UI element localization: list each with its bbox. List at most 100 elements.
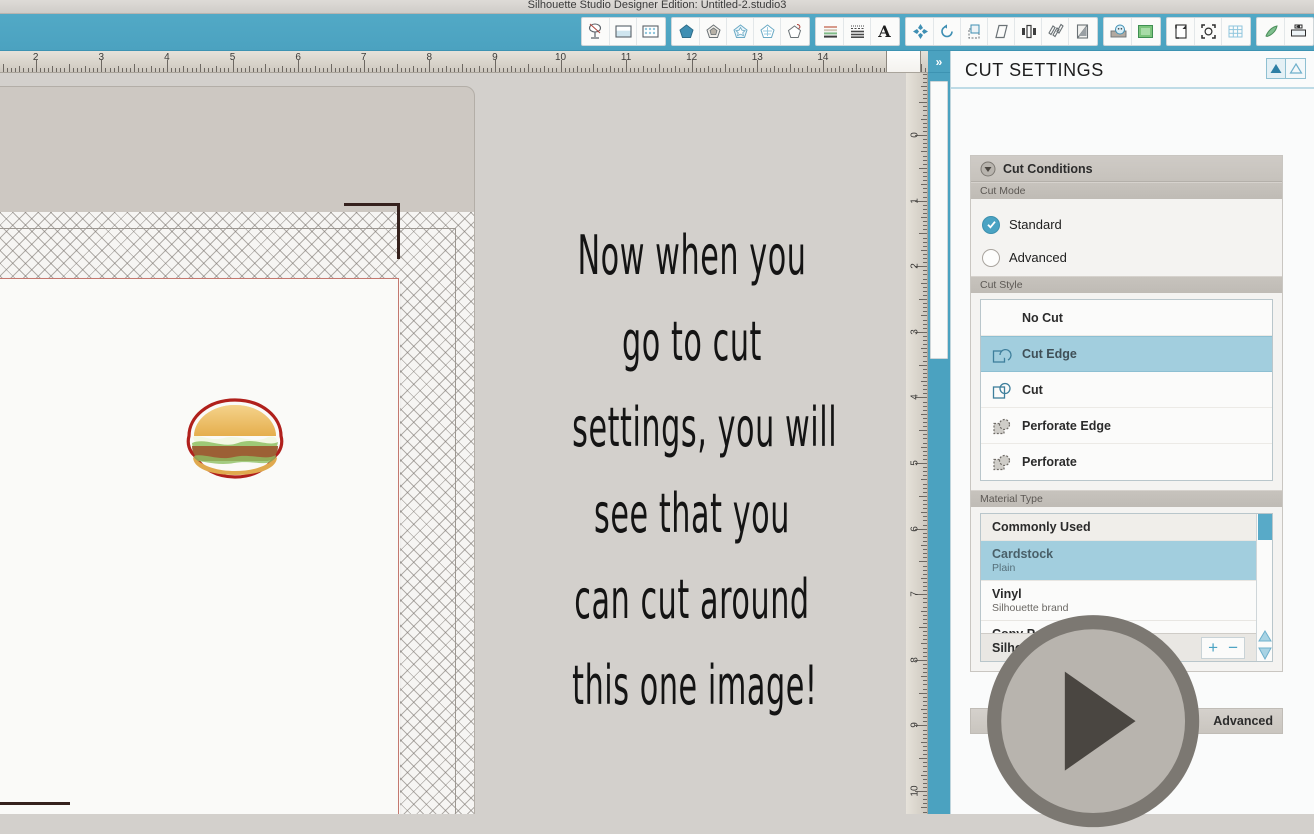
ruler-tick: [923, 319, 927, 321]
material-type-label: Material Type: [980, 493, 1043, 505]
line-style-icon[interactable]: [817, 18, 844, 45]
text-style-icon[interactable]: A: [871, 18, 898, 45]
ruler-tick: [923, 225, 927, 227]
ruler-label: 0: [909, 132, 921, 138]
ruler-tick: [417, 68, 418, 72]
ruler-tick: [191, 68, 193, 72]
ruler-tick: [923, 196, 927, 198]
ruler-tick: [921, 807, 927, 809]
cut-style-label: Cut Style: [980, 279, 1023, 291]
grid-icon[interactable]: [1222, 18, 1249, 45]
cut-style-item-cut-edge[interactable]: Cut Edge: [981, 336, 1272, 372]
shape-line-icon[interactable]: [781, 18, 808, 45]
sketch-lines-icon[interactable]: [844, 18, 871, 45]
ruler-tick: [923, 376, 927, 378]
registration-marks-icon[interactable]: [1195, 18, 1222, 45]
ruler-tick: [923, 700, 927, 702]
canvas-text-line: go to cut: [622, 310, 762, 373]
cut-style-no-cut-label: No Cut: [1022, 310, 1063, 325]
store-icon[interactable]: [1132, 18, 1159, 45]
ruler-label: 7: [909, 591, 921, 597]
ruler-tick: [576, 66, 578, 72]
expand-right-icon[interactable]: [980, 608, 1206, 834]
send-to-silhouette-icon[interactable]: [1285, 18, 1312, 45]
canvas-text-block[interactable]: Now when you go to cut settings, you will s…: [572, 213, 836, 729]
cut-mode-option-standard[interactable]: Standard: [982, 208, 1271, 241]
ruler-tick: [798, 68, 800, 72]
page-setup-icon[interactable]: [1168, 18, 1195, 45]
ruler-tick: [923, 434, 927, 436]
cut-style-listbox[interactable]: No Cut Cut Edge Cut Perforate Edge Perfo…: [980, 299, 1273, 481]
cut-style-item-no-cut[interactable]: No Cut: [981, 300, 1272, 336]
ruler-tick: [923, 762, 927, 764]
ruler-tick: [7, 68, 8, 72]
ruler-tick: [810, 68, 812, 72]
material-scroll-arrows-icon[interactable]: [1258, 630, 1272, 660]
ruler-label: 9: [492, 52, 498, 63]
ruler-tick: [923, 647, 927, 649]
remove-material-button[interactable]: −: [1228, 639, 1238, 656]
ruler-tick: [777, 68, 779, 72]
ruler-tick: [923, 602, 927, 604]
ruler-tick: [80, 68, 82, 72]
radio-advanced-icon[interactable]: [982, 248, 1000, 267]
library-icon[interactable]: [1105, 18, 1132, 45]
vertical-scrollbar-thumb[interactable]: [930, 81, 948, 359]
ruler-tick: [839, 66, 841, 72]
material-item-cardstock[interactable]: Cardstock Plain: [981, 541, 1256, 581]
send-filled-icon[interactable]: [1267, 59, 1286, 78]
shape-solid-icon[interactable]: [673, 18, 700, 45]
ruler-tick: [923, 487, 927, 489]
send-outline-icon[interactable]: [1286, 59, 1305, 78]
ruler-tick: [716, 68, 718, 72]
cut-style-item-perforate-edge[interactable]: Perforate Edge: [981, 408, 1272, 444]
ruler-tick: [921, 446, 927, 448]
add-material-button[interactable]: +: [1208, 639, 1218, 656]
shape-gradient-icon[interactable]: [700, 18, 727, 45]
radio-standard-icon[interactable]: [982, 215, 1000, 234]
align-icon[interactable]: [1015, 18, 1042, 45]
material-item-commonly-used[interactable]: Commonly Used: [981, 514, 1256, 541]
ruler-tick: [843, 68, 845, 72]
material-scrollbar-thumb[interactable]: [1258, 514, 1272, 540]
ruler-tick: [923, 335, 927, 337]
vertical-scrollbar[interactable]: [928, 73, 950, 814]
ruler-tick: [31, 68, 33, 72]
hamburger-image[interactable]: [176, 393, 294, 485]
material-scrollbar[interactable]: [1256, 514, 1272, 661]
modify-icon[interactable]: [1069, 18, 1096, 45]
advanced-section-header[interactable]: Advanced: [970, 614, 1283, 828]
ruler-tick: [923, 245, 927, 247]
ruler-label: 9: [909, 722, 921, 729]
cut-style-item-perforate[interactable]: Perforate: [981, 444, 1272, 480]
cut-mode-standard-label: Standard: [1009, 217, 1062, 232]
ruler-tick: [925, 68, 927, 72]
ruler-tick: [827, 68, 828, 72]
ruler-tick: [923, 663, 927, 665]
panel-expander-button[interactable]: »: [928, 51, 950, 73]
collapse-down-icon[interactable]: [980, 161, 996, 177]
ruler-tick: [923, 536, 927, 538]
replicate-icon[interactable]: [1042, 18, 1069, 45]
scale-icon[interactable]: [961, 18, 988, 45]
move-icon[interactable]: [907, 18, 934, 45]
cut-settings-icon[interactable]: [1258, 18, 1285, 45]
ruler-tick: [740, 66, 742, 72]
rotate-icon[interactable]: [934, 18, 961, 45]
shear-icon[interactable]: [988, 18, 1015, 45]
ruler-tick: [923, 688, 927, 690]
ruler-tick: [753, 68, 755, 72]
fill-pattern-icon[interactable]: [637, 18, 664, 45]
page-tools-icon[interactable]: [583, 18, 610, 45]
design-canvas[interactable]: Now when you go to cut settings, you will s…: [0, 73, 906, 814]
cut-style-item-cut[interactable]: Cut: [981, 372, 1272, 408]
fill-color-icon[interactable]: [610, 18, 637, 45]
ruler-tick: [923, 241, 927, 243]
cut-mode-option-advanced[interactable]: Advanced: [982, 241, 1271, 274]
ruler-tick: [923, 422, 927, 423]
cut-conditions-header[interactable]: Cut Conditions: [971, 156, 1282, 182]
ruler-tick: [326, 68, 328, 72]
shape-pattern-icon[interactable]: [754, 18, 781, 45]
ruler-tick: [445, 66, 447, 72]
shape-star-icon[interactable]: [727, 18, 754, 45]
